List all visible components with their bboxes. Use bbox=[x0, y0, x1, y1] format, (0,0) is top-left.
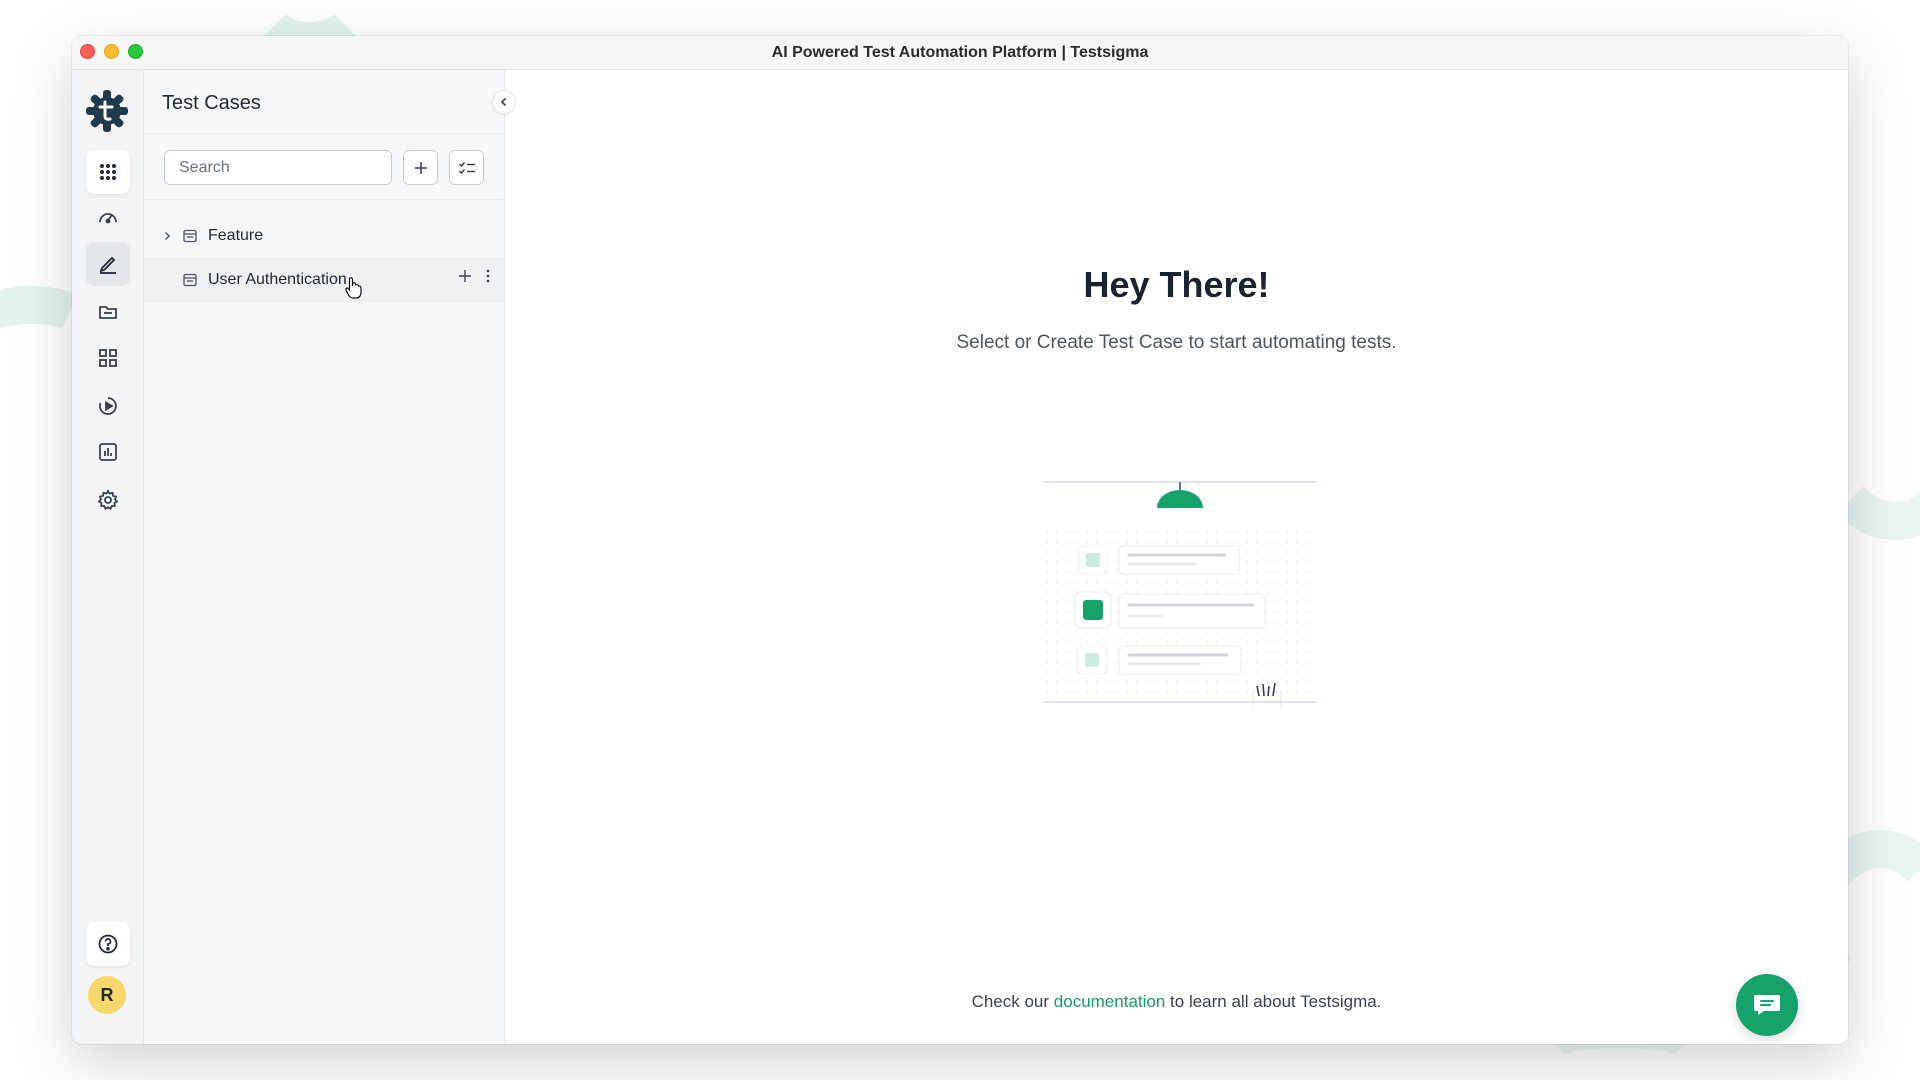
grid-blocks-icon bbox=[99, 349, 117, 367]
main-content: Hey There! Select or Create Test Case to… bbox=[505, 70, 1848, 1044]
test-cases-button[interactable] bbox=[86, 242, 130, 286]
tree-item-label: User Authentication bbox=[208, 271, 347, 288]
bulk-select-button[interactable] bbox=[449, 150, 484, 185]
test-cases-panel: Test Cases Search Feature User Authentic… bbox=[144, 70, 516, 1044]
tree-item-user-authentication[interactable]: User Authentication bbox=[144, 258, 504, 302]
nav-rail: R bbox=[72, 70, 144, 1044]
apps-grid-icon bbox=[100, 164, 116, 180]
dashboard-icon bbox=[99, 213, 117, 224]
collapse-panel-button[interactable] bbox=[492, 90, 516, 114]
help-button[interactable] bbox=[86, 922, 130, 966]
panel-title: Test Cases bbox=[162, 92, 261, 114]
play-circle-icon bbox=[99, 397, 117, 415]
footer-prefix: Check our bbox=[971, 992, 1050, 1011]
elements-button[interactable] bbox=[86, 336, 130, 380]
title-bar: AI Powered Test Automation Platform | Te… bbox=[72, 36, 1848, 70]
test-suite-icon bbox=[182, 228, 198, 244]
more-vertical-icon[interactable] bbox=[486, 269, 490, 283]
folder-icon bbox=[99, 306, 117, 319]
test-case-tree: Feature User Authentication bbox=[144, 200, 504, 302]
apps-grid-button[interactable] bbox=[86, 150, 130, 194]
test-data-button[interactable] bbox=[86, 290, 130, 334]
user-avatar[interactable]: R bbox=[88, 976, 126, 1014]
hero-subtitle: Select or Create Test Case to start auto… bbox=[956, 332, 1397, 353]
close-window-button[interactable] bbox=[80, 44, 95, 59]
reports-chart-icon bbox=[99, 443, 117, 461]
minimize-window-button[interactable] bbox=[104, 44, 119, 59]
footer-suffix: to learn all about Testsigma. bbox=[1170, 992, 1382, 1011]
search-input[interactable] bbox=[164, 150, 392, 185]
add-test-case-button[interactable] bbox=[403, 150, 438, 185]
chevron-left-icon bbox=[500, 97, 507, 107]
test-suite-icon bbox=[182, 272, 198, 288]
testsigma-logo-icon[interactable] bbox=[84, 88, 130, 134]
panel-header: Test Cases bbox=[144, 70, 504, 134]
panel-toolbar bbox=[144, 134, 504, 200]
window-controls bbox=[80, 44, 143, 59]
add-child-plus-icon[interactable] bbox=[458, 269, 472, 283]
gear-icon bbox=[97, 489, 119, 511]
reports-button[interactable] bbox=[86, 430, 130, 474]
window-title: AI Powered Test Automation Platform | Te… bbox=[771, 43, 1149, 61]
edit-pencil-icon bbox=[99, 256, 116, 274]
maximize-window-button[interactable] bbox=[128, 44, 143, 59]
empty-state-illustration bbox=[1043, 481, 1317, 710]
help-icon bbox=[98, 934, 118, 954]
row-actions bbox=[458, 269, 490, 283]
runs-button[interactable] bbox=[86, 384, 130, 428]
hero-title: Hey There! bbox=[1083, 264, 1270, 305]
documentation-footer: Check our documentation to learn all abo… bbox=[505, 992, 1848, 1012]
dashboard-button[interactable] bbox=[86, 196, 130, 240]
documentation-link[interactable]: documentation bbox=[1054, 992, 1166, 1011]
chat-icon bbox=[1754, 995, 1780, 1015]
tree-item-label: Feature bbox=[208, 227, 264, 244]
settings-button[interactable] bbox=[86, 478, 130, 522]
app-body: R Test Cases Search Feature User Authent… bbox=[72, 70, 1848, 1044]
tree-item-feature[interactable]: Feature bbox=[144, 214, 504, 258]
plus-icon bbox=[414, 161, 427, 174]
checklist-icon bbox=[458, 161, 475, 174]
chevron-right-icon[interactable] bbox=[158, 231, 176, 241]
app-window: AI Powered Test Automation Platform | Te… bbox=[72, 36, 1848, 1044]
chat-support-button[interactable] bbox=[1736, 974, 1798, 1036]
hand-cursor-icon bbox=[345, 277, 362, 299]
